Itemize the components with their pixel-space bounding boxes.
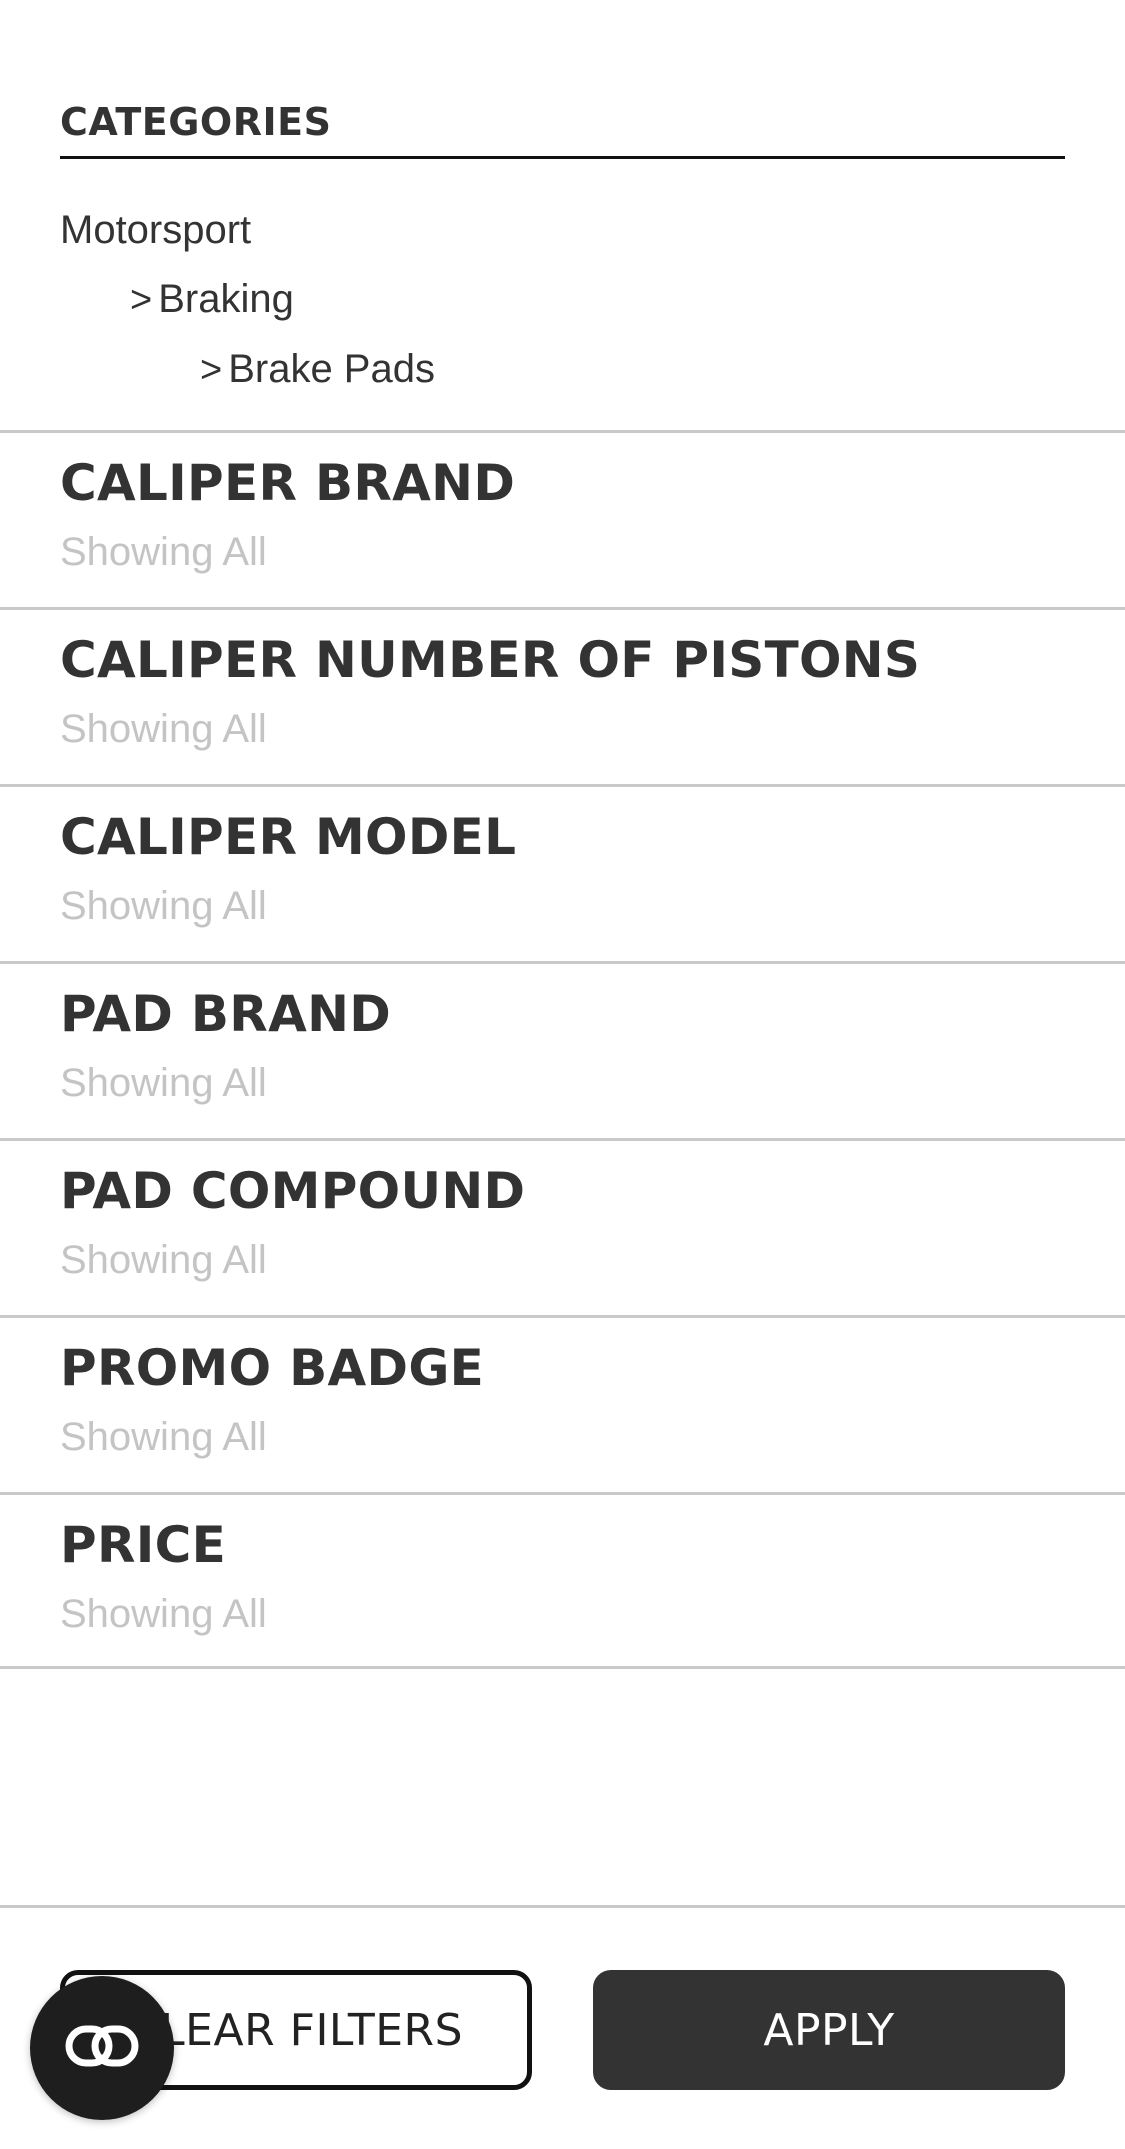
filter-status: Showing All — [60, 1592, 267, 1636]
chat-launcher-button[interactable] — [30, 1976, 174, 2120]
filter-pad-brand[interactable]: PAD BRAND Showing All — [0, 961, 1125, 1138]
breadcrumb-arrow-icon: > — [130, 279, 153, 321]
filter-title: PAD BRAND — [60, 985, 392, 1043]
filter-status: Showing All — [60, 1415, 267, 1459]
category-label: Brake Pads — [228, 347, 435, 391]
category-tree: Motorsport > Braking > Brake Pads — [60, 196, 1065, 405]
category-braking[interactable]: > Braking — [60, 265, 1065, 335]
filter-pad-compound[interactable]: PAD COMPOUND Showing All — [0, 1138, 1125, 1315]
category-label: Motorsport — [60, 208, 252, 252]
category-motorsport[interactable]: Motorsport — [60, 196, 1065, 265]
categories-heading: CATEGORIES — [60, 100, 1065, 159]
filter-title: CALIPER MODEL — [60, 808, 517, 866]
filter-status: Showing All — [60, 1061, 267, 1105]
filter-list: CALIPER BRAND Showing All CALIPER NUMBER… — [0, 430, 1125, 1669]
chat-link-icon — [65, 2025, 139, 2072]
filter-status: Showing All — [60, 530, 267, 574]
filter-price[interactable]: PRICE Showing All — [0, 1492, 1125, 1669]
filter-title: PAD COMPOUND — [60, 1162, 526, 1220]
filter-caliper-brand[interactable]: CALIPER BRAND Showing All — [0, 430, 1125, 607]
filter-title: PRICE — [60, 1516, 227, 1574]
filter-caliper-number-of-pistons[interactable]: CALIPER NUMBER OF PISTONS Showing All — [0, 607, 1125, 784]
filter-status: Showing All — [60, 1238, 267, 1282]
category-brake-pads[interactable]: > Brake Pads — [60, 335, 1065, 405]
filter-title: PROMO BADGE — [60, 1339, 485, 1397]
category-label: Braking — [158, 277, 294, 321]
categories-section: CATEGORIES Motorsport > Braking > Brake Pa… — [60, 100, 1065, 405]
filter-caliper-model[interactable]: CALIPER MODEL Showing All — [0, 784, 1125, 961]
breadcrumb-arrow-icon: > — [200, 349, 223, 391]
filter-title: CALIPER BRAND — [60, 454, 516, 512]
filter-status: Showing All — [60, 884, 267, 928]
filter-status: Showing All — [60, 707, 267, 751]
filter-promo-badge[interactable]: PROMO BADGE Showing All — [0, 1315, 1125, 1492]
apply-button[interactable]: APPLY — [593, 1970, 1065, 2090]
filter-panel: CATEGORIES Motorsport > Braking > Brake Pa… — [0, 0, 1125, 2149]
filter-title: CALIPER NUMBER OF PISTONS — [60, 631, 921, 689]
